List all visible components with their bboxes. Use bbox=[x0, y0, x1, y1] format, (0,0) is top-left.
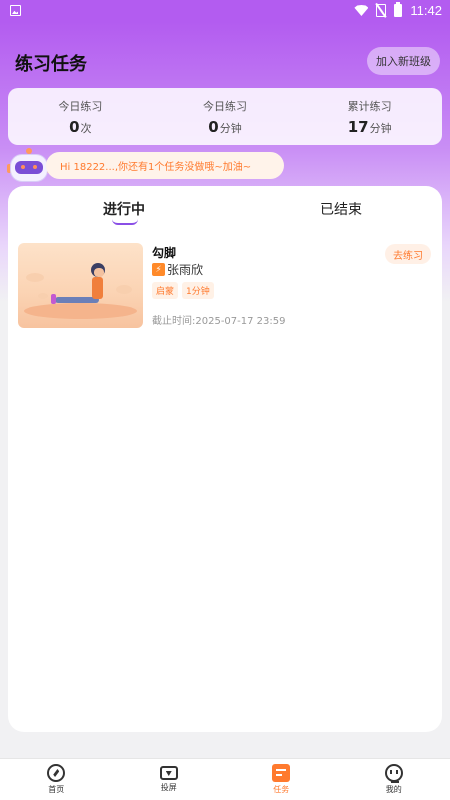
join-class-button[interactable]: 加入新班级 bbox=[367, 47, 440, 75]
tab-ended[interactable]: 已结束 bbox=[320, 199, 362, 219]
stat-unit: 次 bbox=[80, 122, 92, 135]
active-tab-indicator bbox=[112, 219, 138, 225]
task-tag: 启蒙 bbox=[152, 282, 179, 299]
go-practice-button[interactable]: 去练习 bbox=[385, 244, 431, 264]
status-bar: 11:42 bbox=[0, 0, 450, 22]
compass-icon bbox=[47, 764, 66, 782]
nav-label: 首页 bbox=[48, 785, 65, 794]
stat-unit: 分钟 bbox=[369, 122, 392, 135]
task-icon bbox=[272, 764, 291, 782]
lightning-icon: ⚡ bbox=[152, 263, 165, 276]
task-teacher: ⚡ 张雨欣 bbox=[152, 261, 203, 278]
task-item[interactable]: 勾脚 ⚡ 张雨欣 启蒙 1分钟 截止时间:2025-07-17 23:59 去练… bbox=[18, 243, 432, 333]
status-icons: 11:42 bbox=[354, 2, 442, 18]
stat-number: 0 bbox=[69, 118, 80, 136]
task-thumbnail bbox=[18, 243, 143, 328]
teacher-name: 张雨欣 bbox=[167, 263, 204, 277]
nav-item-tasks[interactable]: 任务 bbox=[225, 759, 338, 800]
stat-today-minutes: 今日练习 0分钟 bbox=[153, 88, 298, 145]
task-title: 勾脚 bbox=[152, 246, 177, 260]
task-deadline: 截止时间:2025-07-17 23:59 bbox=[152, 316, 286, 327]
stat-value: 0次 bbox=[8, 118, 153, 136]
nav-label: 投屏 bbox=[160, 783, 177, 792]
robot-mascot-icon bbox=[6, 148, 51, 188]
nav-label: 任务 bbox=[273, 785, 290, 794]
stats-card: 今日练习 0次 今日练习 0分钟 累计练习 17分钟 bbox=[8, 88, 442, 145]
wifi-icon bbox=[354, 5, 369, 16]
profile-icon bbox=[384, 764, 403, 783]
stat-label: 今日练习 bbox=[203, 100, 247, 113]
clock: 11:42 bbox=[410, 3, 442, 18]
battery-icon bbox=[394, 2, 403, 17]
stat-value: 0分钟 bbox=[153, 118, 298, 136]
stat-value: 17分钟 bbox=[297, 118, 442, 136]
no-sim-icon bbox=[376, 4, 387, 17]
stat-today-count: 今日练习 0次 bbox=[8, 88, 153, 145]
bottom-nav: 首页 投屏 任务 我的 bbox=[0, 758, 450, 800]
stat-total-minutes: 累计练习 17分钟 bbox=[297, 88, 442, 145]
tab-in-progress[interactable]: 进行中 bbox=[103, 199, 145, 219]
nav-item-cast[interactable]: 投屏 bbox=[113, 759, 226, 800]
stat-label: 今日练习 bbox=[58, 100, 103, 113]
nav-label: 我的 bbox=[385, 785, 402, 794]
stat-number: 17 bbox=[347, 118, 369, 136]
stat-unit: 分钟 bbox=[219, 122, 242, 135]
page-title: 练习任务 bbox=[15, 54, 87, 75]
nav-item-profile[interactable]: 我的 bbox=[338, 759, 450, 800]
task-list-card: 进行中 已结束 勾脚 ⚡ 张雨欣 启蒙 1分钟 截止时间:2025-07-17 … bbox=[8, 186, 442, 732]
stat-label: 累计练习 bbox=[347, 100, 392, 113]
stat-number: 0 bbox=[208, 118, 219, 136]
task-tag: 1分钟 bbox=[182, 282, 214, 299]
reminder-bubble: Hi 18222...,你还有1个任务没做哦~加油~ bbox=[46, 152, 284, 179]
task-tags: 启蒙 1分钟 bbox=[152, 282, 214, 299]
nav-item-home[interactable]: 首页 bbox=[0, 759, 113, 800]
image-notification-icon bbox=[10, 5, 21, 16]
screen-cast-icon bbox=[159, 766, 178, 780]
